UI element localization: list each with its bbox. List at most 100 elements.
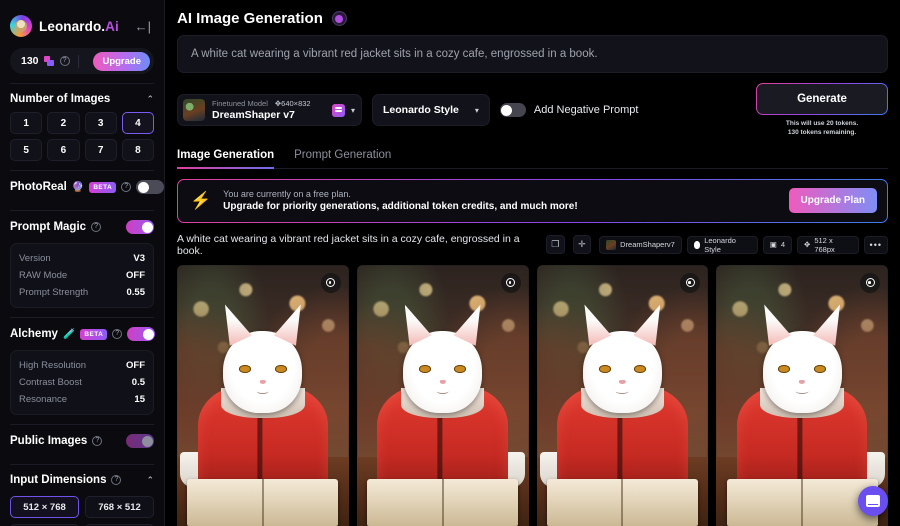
param-row[interactable]: RAW Mode OFF [19,267,145,284]
cat-nose [798,380,806,385]
toggle-knob [501,104,513,116]
chevron-down-icon[interactable]: ▾ [351,106,355,115]
open-book [546,479,698,526]
image-count-8[interactable]: 8 [121,139,154,161]
chip-model-label: DreamShaperv7 [620,240,675,250]
chevron-up-icon[interactable]: ⌃ [146,475,154,486]
dimension-512x768[interactable]: 512 × 768 [10,496,79,518]
tab-bar: Image Generation Prompt Generation [177,149,888,169]
chip-model[interactable]: DreamShaperv7 [599,235,682,254]
param-row[interactable]: Prompt Strength 0.55 [19,284,145,301]
image-count-7[interactable]: 7 [84,139,117,161]
preview-eye-icon[interactable] [500,272,521,293]
chip-size[interactable]: ✥ 512 x 768px [797,235,859,254]
param-label: High Resolution [19,360,87,371]
copy-icon[interactable]: ❐ [546,235,565,255]
info-badge-icon[interactable]: ? [331,11,347,26]
photoreal-help-icon[interactable]: ? [121,182,132,192]
credit-count: 130 [21,55,39,67]
image-count-2[interactable]: 2 [47,112,80,134]
generate-note: This will use 20 tokens. 130 tokens rema… [756,119,888,138]
preview-eye-icon[interactable] [320,272,341,293]
toggle-knob [137,181,149,193]
toggle-knob [141,435,153,447]
param-value: V3 [133,253,145,264]
chip-style[interactable]: Leonardo Style [686,235,758,254]
chat-support-icon[interactable] [858,486,888,516]
param-row[interactable]: Resonance 15 [19,391,145,408]
credits-pill: 130 ? Upgrade [10,48,154,74]
cat-eye-left [418,365,431,373]
preview-eye-icon[interactable] [680,272,701,293]
param-row[interactable]: Version V3 [19,250,145,267]
upgrade-plan-button[interactable]: Upgrade Plan [788,188,877,214]
param-value: 15 [134,394,145,405]
generated-image-2[interactable] [356,264,529,526]
crystal-ball-icon: 🔮 [71,181,85,193]
input-dimensions-header[interactable]: Input Dimensions ? ⌃ [10,465,154,493]
image-count-3[interactable]: 3 [84,112,117,134]
model-selector[interactable]: Finetuned Model ✥640×832 DreamShaper v7 … [177,94,362,127]
dimension-768x512[interactable]: 768 × 512 [85,496,154,518]
prompt-magic-help-icon[interactable]: ? [91,222,102,232]
image-count-5[interactable]: 5 [10,139,43,161]
style-selector[interactable]: Leonardo Style ▾ [372,94,490,127]
public-images-toggle[interactable] [126,434,154,448]
photoreal-row: PhotoReal 🔮 BETA ? [10,171,164,201]
tab-image-generation[interactable]: Image Generation [177,149,275,169]
input-dimensions-title: Input Dimensions [10,474,107,486]
droplet-icon [693,240,701,249]
tab-prompt-generation[interactable]: Prompt Generation [294,149,391,168]
chip-size-label: 512 x 768px [814,235,835,254]
brand-name: Leonardo.Ai [39,19,119,34]
generated-images-grid [177,264,888,526]
prompt-magic-row: Prompt Magic ? [10,211,154,241]
param-value: 0.55 [126,287,146,298]
pin-icon[interactable]: ✛ [572,235,592,255]
upgrade-button[interactable]: Upgrade [93,51,150,71]
free-plan-banner: ⚡ You are currently on a free plan. Upgr… [177,179,888,223]
page-title: AI Image Generation [177,10,323,27]
number-of-images-header[interactable]: Number of Images ⌃ [10,84,154,112]
generated-image-3[interactable] [536,264,709,526]
chip-more-options[interactable]: ••• [863,235,888,254]
param-label: Resonance [19,394,68,405]
param-row[interactable]: High Resolution OFF [19,357,145,374]
app-root: Leonardo.Ai ←| 130 ? Upgrade Number of I… [0,0,900,526]
model-settings-icon[interactable] [331,103,345,117]
main-content: AI Image Generation ? A white cat wearin… [165,0,900,526]
chat-glyph [866,495,880,507]
banner-line-1: You are currently on a free plan. [223,189,351,200]
prompt-input[interactable]: A white cat wearing a vibrant red jacket… [177,35,888,73]
public-images-help-icon[interactable]: ? [92,436,103,446]
chevron-down-icon[interactable]: ▾ [475,106,479,115]
photoreal-title: PhotoReal [10,181,67,193]
image-count-6[interactable]: 6 [47,139,80,161]
open-book [187,479,339,526]
prompt-magic-params: Version V3 RAW Mode OFF Prompt Strength … [10,243,154,308]
collapse-sidebar-icon[interactable]: ←| [132,18,154,35]
input-dimensions-help-icon[interactable]: ? [111,475,122,485]
negative-prompt-toggle[interactable] [499,103,526,118]
param-row[interactable]: Contrast Boost 0.5 [19,374,145,391]
toggle-knob [142,328,154,340]
chip-count[interactable]: ▣ 4 [762,235,793,254]
credits-help-icon[interactable]: ? [59,56,70,66]
generate-button[interactable]: Generate [756,83,888,115]
image-count-1[interactable]: 1 [10,112,43,134]
alchemy-toggle[interactable] [127,327,156,341]
test-tube-icon: 🧪 [62,328,76,340]
generated-image-1[interactable] [177,264,349,526]
generated-image-4[interactable] [716,264,888,526]
preview-eye-icon[interactable] [860,272,880,293]
photoreal-toggle[interactable] [136,180,164,194]
main-inner: AI Image Generation ? A white cat wearin… [165,0,900,526]
chevron-up-icon[interactable]: ⌃ [146,94,154,105]
prompt-magic-toggle[interactable] [126,220,154,234]
controls-row: Finetuned Model ✥640×832 DreamShaper v7 … [177,83,888,138]
toggle-knob [141,221,153,233]
model-thumb-icon [606,239,617,250]
alchemy-help-icon[interactable]: ? [112,329,123,339]
cat-eye-right [274,365,287,373]
image-count-4[interactable]: 4 [121,112,154,134]
